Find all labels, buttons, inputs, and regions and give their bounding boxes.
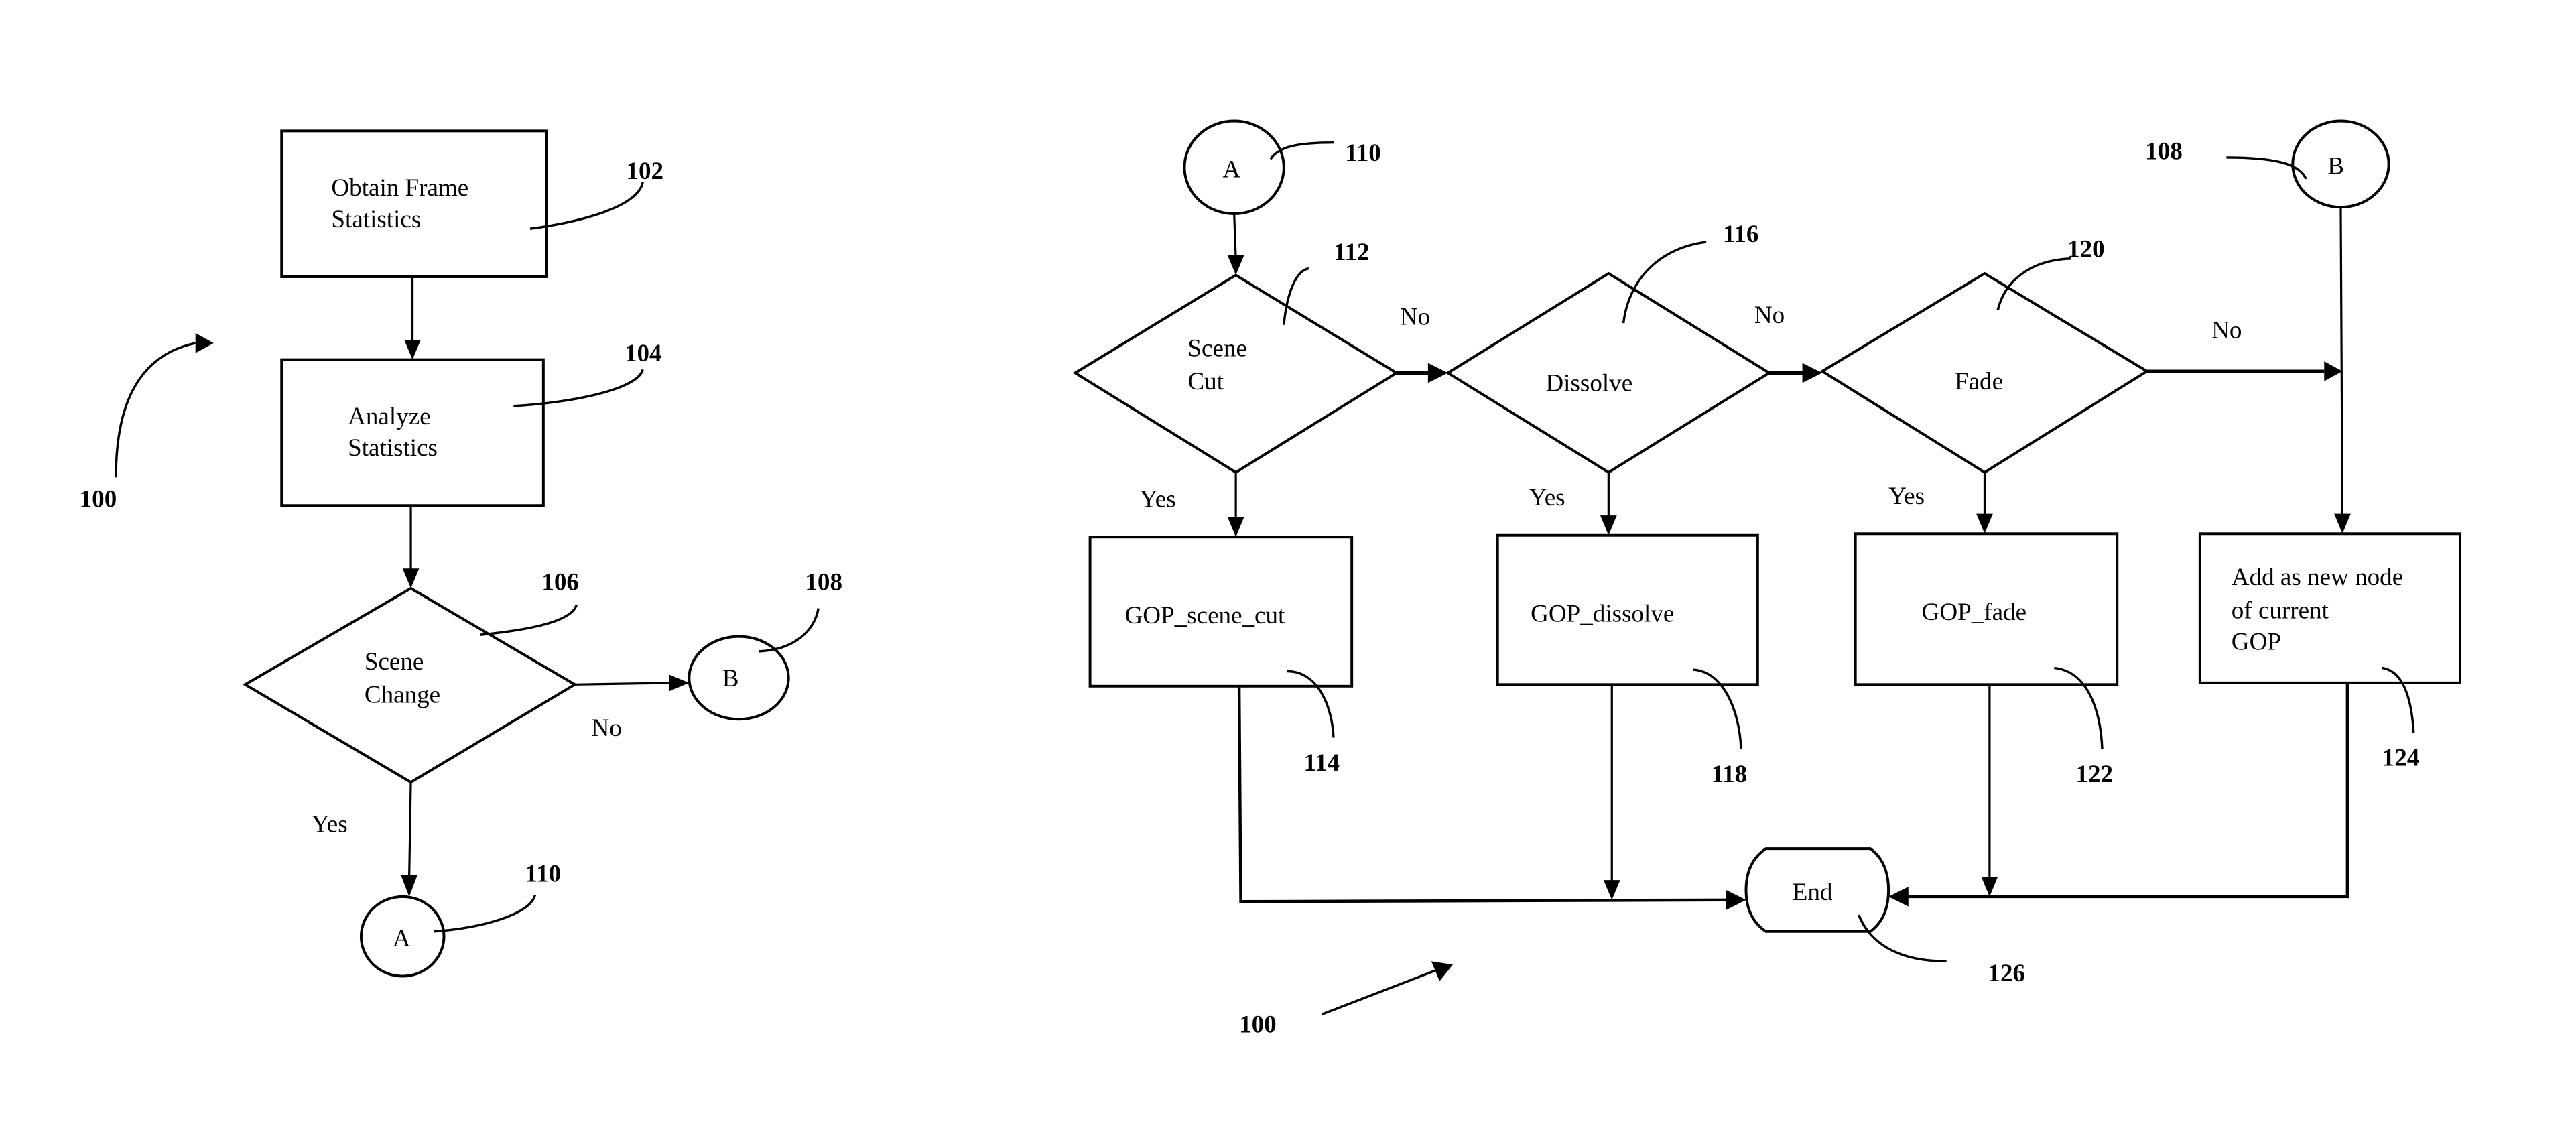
ref-112: 112 [1334, 239, 1370, 266]
arrowhead [1976, 513, 1993, 534]
right-flowchart: A 110 Scene Cut 112 No Dissolve 116 No F… [1072, 119, 2461, 1039]
arrow-b-to-124 [2339, 207, 2344, 517]
edge-label-yes: Yes [312, 810, 348, 838]
arrowhead [1227, 517, 1244, 538]
ref-120: 120 [2067, 235, 2105, 263]
connector-a-entry-label: A [1222, 156, 1240, 184]
figure-ref-arrow-left [115, 342, 196, 478]
figure-ref-100-left: 100 [80, 486, 117, 513]
arrowhead [1427, 363, 1448, 383]
edge-label-yes-120: Yes [1888, 483, 1925, 510]
arrowhead [401, 875, 417, 897]
figure-ref-arrow-right [1322, 968, 1439, 1016]
figure-ref-100-right: 100 [1239, 1011, 1277, 1039]
end-label: End [1793, 879, 1833, 906]
scene-change-line2: Change [365, 682, 440, 709]
arrowhead [1726, 889, 1746, 910]
ref-116: 116 [1723, 221, 1759, 248]
left-flowchart: Obtain Frame Statistics 102 Analyze Stat… [80, 129, 842, 978]
connector-b-entry-label: B [2327, 153, 2344, 180]
scene-cut-line2: Cut [1187, 368, 1224, 395]
obtain-frame-statistics-box [280, 129, 548, 278]
add-new-node-line3: GOP [2232, 628, 2281, 655]
arrowhead [1888, 887, 1909, 907]
arrow-a-to-112 [1233, 213, 1237, 259]
arrowhead [1227, 255, 1244, 275]
obtain-frame-statistics-line1: Obtain Frame [331, 174, 468, 202]
analyze-statistics-line2: Statistics [348, 434, 438, 462]
ref-104: 104 [625, 340, 662, 367]
ref-106: 106 [541, 568, 579, 596]
arrowhead [2324, 361, 2343, 381]
obtain-frame-statistics-line2: Statistics [331, 206, 421, 233]
arrowhead [1603, 880, 1620, 900]
edge-label-yes-116: Yes [1529, 484, 1565, 511]
ref-110: 110 [525, 861, 562, 888]
arrow-106-no-to-b [574, 682, 673, 686]
gop-fade-label: GOP_fade [1922, 599, 2026, 626]
ref-118: 118 [1712, 761, 1748, 788]
edge-label-yes-112: Yes [1140, 486, 1176, 513]
scene-change-line1: Scene [365, 648, 424, 676]
edge-label-no: No [592, 714, 622, 742]
line-124-to-end [1905, 682, 2349, 899]
analyze-statistics-box [280, 358, 545, 507]
scene-cut-decision [1072, 273, 1399, 475]
gop-dissolve-label: GOP_dissolve [1531, 600, 1674, 627]
arrowhead [195, 333, 214, 353]
arrowhead [1981, 877, 1998, 897]
ref-108-right: 108 [2145, 137, 2183, 165]
add-new-node-line2: of current [2232, 596, 2329, 624]
arrowhead [669, 674, 690, 692]
arrowhead [1600, 515, 1617, 536]
edge-label-no-120: No [2211, 316, 2242, 344]
scene-cut-line1: Scene [1187, 335, 1247, 363]
ref-110-right: 110 [1345, 139, 1381, 167]
arrowhead [1802, 363, 1823, 383]
dissolve-label: Dissolve [1545, 370, 1632, 397]
edge-label-no-116: No [1754, 302, 1785, 329]
arrowhead [404, 339, 421, 360]
ref-122: 122 [2075, 761, 2113, 788]
connector-b-label: B [722, 665, 739, 692]
ref-108: 108 [805, 568, 842, 596]
ref-126: 126 [1988, 960, 2025, 987]
ref-leader-110 [434, 894, 537, 933]
ref-102: 102 [626, 158, 663, 185]
gop-scene-cut-label: GOP_scene_cut [1125, 602, 1286, 629]
arrow-106-yes-to-a [407, 782, 412, 879]
arrowhead [402, 568, 420, 588]
ref-leader-106 [480, 604, 578, 636]
connector-a-label: A [393, 925, 411, 952]
arrowhead [2334, 513, 2351, 534]
add-new-node-line1: Add as new node [2232, 564, 2403, 591]
edge-label-no-112: No [1400, 304, 1430, 331]
ref-124: 124 [2382, 744, 2420, 771]
fade-label: Fade [1955, 368, 2003, 395]
line-114-to-end [1237, 686, 1730, 903]
ref-114: 114 [1303, 749, 1340, 777]
analyze-statistics-line1: Analyze [348, 403, 431, 430]
flowchart-figure: Obtain Frame Statistics 102 Analyze Stat… [80, 119, 2461, 1039]
